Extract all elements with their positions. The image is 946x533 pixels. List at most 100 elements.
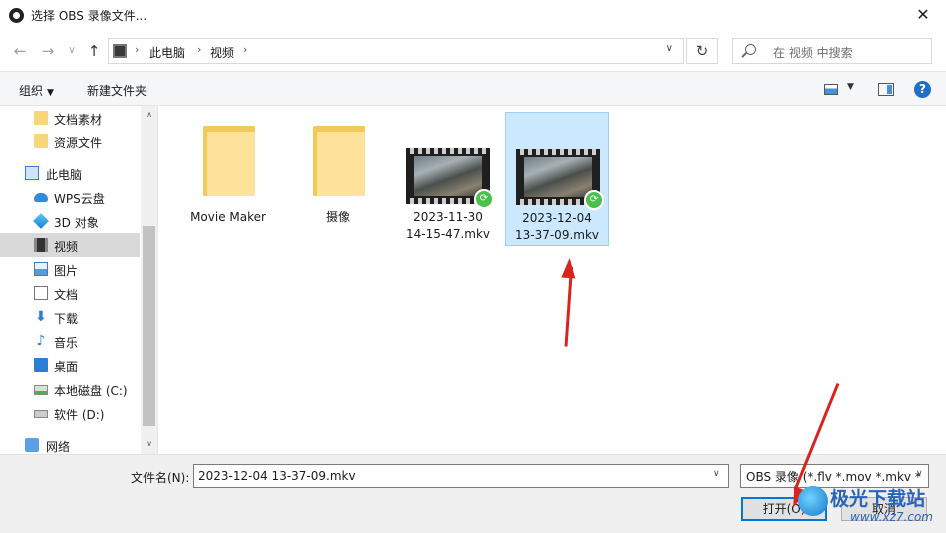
sidebar-item-label: 资源文件 bbox=[54, 136, 103, 150]
cube-icon bbox=[33, 213, 49, 229]
folder-icon bbox=[34, 134, 48, 148]
folder-icon bbox=[34, 111, 48, 125]
watermark-logo: 极光下载站 www.xz7.com bbox=[798, 482, 946, 533]
breadcrumb-separator: › bbox=[243, 43, 248, 56]
sidebar-item-label: 音乐 bbox=[54, 336, 79, 350]
sidebar-item-desktop[interactable]: 桌面 bbox=[0, 353, 140, 377]
desktop-icon bbox=[34, 358, 48, 372]
folder-icon bbox=[313, 126, 365, 196]
change-view-icon[interactable] bbox=[824, 84, 838, 95]
download-icon: ⬇ bbox=[35, 309, 47, 325]
video-thumbnail-icon: ⟳ bbox=[406, 148, 494, 209]
refresh-button[interactable]: ↻ bbox=[686, 38, 718, 64]
sync-icon: ⟳ bbox=[474, 189, 494, 209]
address-bar[interactable]: › 此电脑 › 视频 › ∨ bbox=[108, 38, 684, 64]
obs-app-icon bbox=[9, 8, 24, 23]
sync-icon: ⟳ bbox=[584, 190, 604, 210]
sidebar-item-label: 3D 对象 bbox=[54, 216, 99, 230]
scrollbar-thumb[interactable] bbox=[143, 226, 155, 426]
annotation-arrow-head bbox=[561, 257, 577, 279]
title-bar: 选择 OBS 录像文件... ✕ bbox=[0, 0, 946, 31]
cloud-icon bbox=[34, 193, 48, 202]
video-library-icon bbox=[113, 44, 127, 58]
sidebar-item-music[interactable]: ♪ 音乐 bbox=[0, 329, 140, 353]
sidebar-item-documents[interactable]: 文档 bbox=[0, 281, 140, 305]
video-thumbnail-icon: ⟳ bbox=[516, 149, 604, 210]
breadcrumb-separator: › bbox=[197, 43, 202, 56]
sidebar-item-software-d[interactable]: 软件 (D:) bbox=[0, 401, 140, 425]
sidebar-item-label: 本地磁盘 (C:) bbox=[54, 384, 128, 398]
forward-button[interactable]: → bbox=[38, 41, 58, 61]
sidebar-item-videos[interactable]: 视频 bbox=[0, 233, 140, 257]
sidebar-item-local-disk-c[interactable]: 本地磁盘 (C:) bbox=[0, 377, 140, 401]
window-title: 选择 OBS 录像文件... bbox=[31, 9, 148, 23]
sidebar-item-network[interactable]: 网络 bbox=[0, 433, 140, 454]
watermark-icon bbox=[798, 486, 828, 516]
file-name: 2023-11-30 14-15-47.mkv bbox=[405, 210, 491, 241]
preview-pane-icon[interactable] bbox=[878, 83, 894, 96]
recent-locations-button[interactable]: ∨ bbox=[62, 41, 82, 61]
sidebar-item-label: 软件 (D:) bbox=[54, 408, 105, 422]
file-name: 摄像 bbox=[325, 210, 350, 224]
chevron-down-icon: ▼ bbox=[47, 88, 54, 98]
sidebar-item-label: WPS云盘 bbox=[54, 192, 105, 206]
drive-icon bbox=[34, 410, 48, 418]
file-item-camera-folder[interactable]: 摄像 bbox=[286, 112, 390, 246]
video-icon bbox=[34, 238, 48, 252]
help-icon[interactable]: ? bbox=[914, 81, 931, 98]
breadcrumb-separator: › bbox=[135, 43, 140, 56]
breadcrumb-this-pc[interactable]: 此电脑 bbox=[149, 44, 185, 61]
file-item-movie-maker[interactable]: Movie Maker bbox=[176, 112, 280, 246]
sidebar-item-downloads[interactable]: ⬇ 下载 bbox=[0, 305, 140, 329]
sidebar-item-label: 视频 bbox=[54, 240, 79, 254]
organize-label: 组织 bbox=[19, 84, 44, 98]
sidebar-item-3d-objects[interactable]: 3D 对象 bbox=[0, 209, 140, 233]
sidebar-item-this-pc[interactable]: 此电脑 bbox=[0, 161, 140, 185]
file-item-video-2023-12-04[interactable]: ⟳ 2023-12-04 13-37-09.mkv bbox=[505, 112, 609, 246]
sidebar-item-wps-cloud[interactable]: WPS云盘 bbox=[0, 185, 140, 209]
file-item-video-2023-11-30[interactable]: ⟳ 2023-11-30 14-15-47.mkv bbox=[396, 112, 500, 246]
navigation-pane: 文档素材 资源文件 此电脑 WPS云盘 3D 对象 视频 图片 文档 ⬇ 下载 … bbox=[0, 106, 158, 454]
sidebar-item-label: 此电脑 bbox=[46, 168, 83, 182]
file-name: 2023-12-04 13-37-09.mkv bbox=[514, 211, 600, 242]
organize-menu[interactable]: 组织 ▼ bbox=[19, 82, 54, 99]
watermark-text: 极光下载站 bbox=[830, 488, 926, 510]
view-options-dropdown[interactable]: ▼ bbox=[847, 82, 854, 92]
scroll-up-arrow[interactable]: ∧ bbox=[141, 106, 157, 123]
filename-input[interactable] bbox=[193, 464, 729, 488]
file-name: Movie Maker bbox=[190, 210, 266, 224]
sidebar-item-pictures[interactable]: 图片 bbox=[0, 257, 140, 281]
sidebar-item-label: 桌面 bbox=[54, 360, 79, 374]
search-placeholder: 在 视频 中搜索 bbox=[773, 46, 853, 60]
computer-icon bbox=[25, 166, 39, 180]
breadcrumb-videos[interactable]: 视频 bbox=[210, 44, 234, 61]
sidebar-item-label: 网络 bbox=[46, 440, 71, 454]
navigation-bar: ← → ∨ ↑ › 此电脑 › 视频 › ∨ ↻ 在 视频 中搜索 bbox=[0, 31, 946, 71]
sidebar-scrollbar[interactable]: ∧ ∨ bbox=[141, 106, 157, 454]
sidebar-item-label: 下载 bbox=[54, 312, 79, 326]
watermark-url: www.xz7.com bbox=[850, 510, 933, 524]
drive-icon bbox=[34, 385, 48, 395]
search-icon bbox=[745, 44, 756, 55]
filename-history-dropdown[interactable]: ∨ bbox=[713, 469, 720, 479]
scroll-down-arrow[interactable]: ∨ bbox=[141, 435, 157, 452]
sidebar-item-document-materials[interactable]: 文档素材 bbox=[0, 106, 140, 130]
sidebar-item-label: 文档 bbox=[54, 288, 79, 302]
folder-icon bbox=[203, 126, 255, 196]
document-icon bbox=[34, 286, 48, 300]
filetype-dropdown-icon[interactable]: ∨ bbox=[916, 469, 923, 479]
network-icon bbox=[25, 438, 39, 452]
command-toolbar: 组织 ▼ 新建文件夹 ▼ ? bbox=[0, 71, 946, 106]
sidebar-item-resource-files[interactable]: 资源文件 bbox=[0, 129, 140, 153]
music-icon: ♪ bbox=[36, 333, 46, 349]
up-button[interactable]: ↑ bbox=[84, 41, 104, 61]
picture-icon bbox=[34, 262, 48, 276]
filename-label: 文件名(N): bbox=[131, 471, 190, 485]
close-button[interactable]: ✕ bbox=[900, 0, 946, 31]
search-box[interactable]: 在 视频 中搜索 bbox=[732, 38, 932, 64]
new-folder-button[interactable]: 新建文件夹 bbox=[87, 82, 147, 99]
sidebar-item-label: 图片 bbox=[54, 264, 79, 278]
back-button[interactable]: ← bbox=[10, 41, 30, 61]
sidebar-item-label: 文档素材 bbox=[54, 113, 103, 127]
address-dropdown-icon[interactable]: ∨ bbox=[666, 43, 673, 54]
